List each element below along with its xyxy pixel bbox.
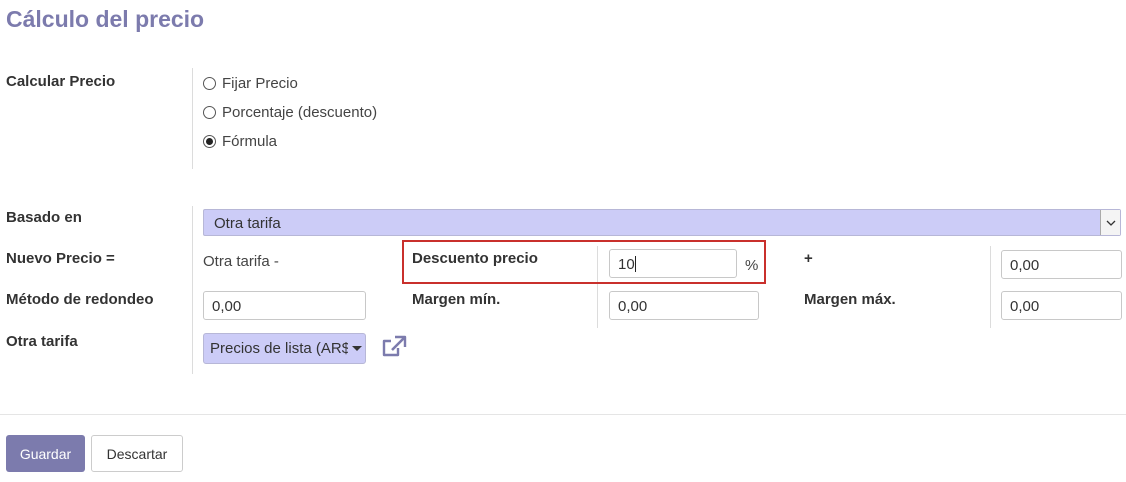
- radio-formula[interactable]: Fórmula: [203, 133, 277, 150]
- radio-label: Porcentaje (descuento): [222, 104, 378, 121]
- radio-circle-icon[interactable]: [203, 77, 216, 90]
- plus-label: +: [804, 250, 813, 267]
- other-pricelist-value: Precios de lista (AR$): [210, 340, 348, 357]
- min-margin-label: Margen mín.: [412, 291, 501, 308]
- radio-fijar-precio[interactable]: Fijar Precio: [203, 75, 298, 92]
- footer-divider: [0, 414, 1126, 415]
- divider: [192, 206, 193, 374]
- radio-circle-icon[interactable]: [203, 106, 216, 119]
- divider: [990, 246, 991, 328]
- external-link-icon[interactable]: [381, 335, 407, 363]
- highlight-box: [402, 240, 766, 284]
- page-title: Cálculo del precio: [6, 6, 205, 32]
- based-on-label: Basado en: [6, 209, 82, 226]
- new-price-base-text: Otra tarifa -: [203, 253, 279, 270]
- radio-label: Fijar Precio: [222, 75, 298, 92]
- discard-button[interactable]: Descartar: [91, 435, 183, 472]
- radio-checked-icon[interactable]: [203, 135, 216, 148]
- surcharge-input[interactable]: 0,00: [1001, 250, 1122, 279]
- chevron-down-icon[interactable]: [1100, 210, 1120, 235]
- based-on-select[interactable]: Otra tarifa: [203, 209, 1121, 236]
- caret-down-icon[interactable]: [352, 346, 362, 351]
- max-margin-label: Margen máx.: [804, 291, 896, 308]
- rounding-input[interactable]: 0,00: [203, 291, 366, 320]
- radio-label: Fórmula: [222, 133, 278, 150]
- new-price-label: Nuevo Precio =: [6, 250, 115, 267]
- based-on-value: Otra tarifa: [214, 215, 281, 232]
- radio-porcentaje[interactable]: Porcentaje (descuento): [203, 104, 377, 121]
- save-button[interactable]: Guardar: [6, 435, 85, 472]
- divider: [192, 68, 193, 169]
- other-pricelist-label: Otra tarifa: [6, 333, 78, 350]
- rounding-label: Método de redondeo: [6, 291, 154, 308]
- compute-price-label: Calcular Precio: [6, 73, 116, 90]
- max-margin-input[interactable]: 0,00: [1001, 291, 1122, 320]
- min-margin-input[interactable]: 0,00: [609, 291, 759, 320]
- other-pricelist-select[interactable]: Precios de lista (AR$): [203, 333, 366, 364]
